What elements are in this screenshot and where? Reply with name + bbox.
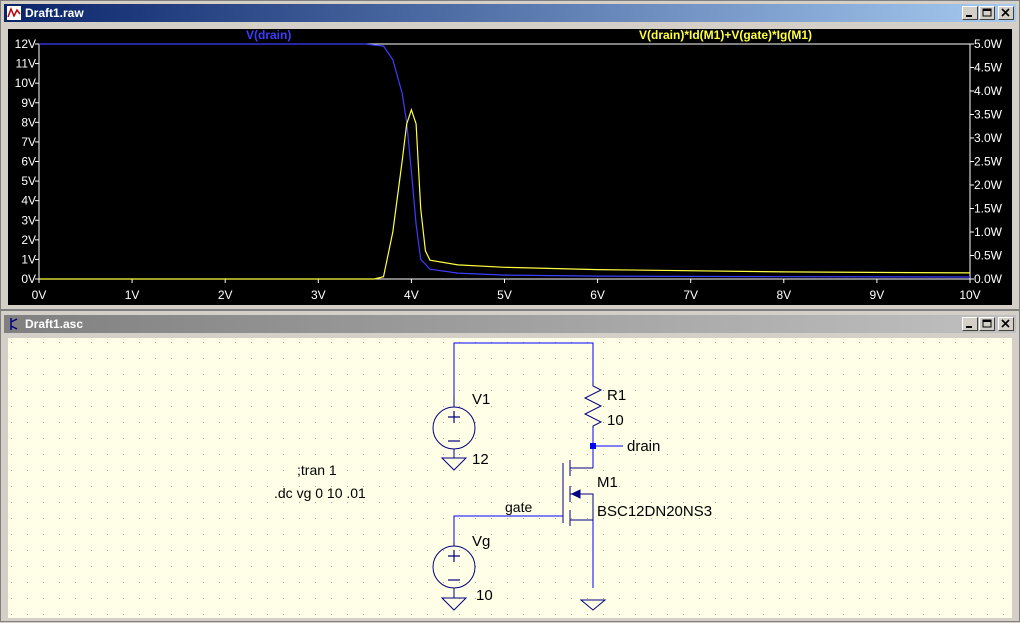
restore-icon: [982, 8, 992, 17]
x-tick-label: 8V: [776, 288, 791, 302]
close-icon: [1001, 319, 1010, 328]
x-tick-label: 9V: [870, 288, 885, 302]
directive-tran[interactable]: ;tran 1: [297, 462, 337, 478]
left-tick-label: 11V: [16, 57, 36, 71]
x-tick-label: 7V: [683, 288, 698, 302]
left-tick-label: 5V: [21, 174, 36, 188]
trace-power[interactable]: [39, 107, 971, 280]
x-tick-label: 4V: [404, 288, 419, 302]
trace-vdrain[interactable]: [39, 43, 971, 278]
right-tick-label: 0.5W: [974, 249, 1003, 263]
restore-icon: [982, 319, 992, 328]
left-tick-label: 6V: [21, 155, 36, 169]
left-tick-label: 10V: [15, 76, 36, 90]
schematic-minimize-button[interactable]: [962, 317, 978, 331]
drain-junction[interactable]: [590, 443, 596, 449]
waveform-app-icon: [7, 6, 21, 20]
schematic-titlebar[interactable]: Draft1.asc: [4, 315, 1016, 333]
x-tick-label: 6V: [590, 288, 605, 302]
left-tick-label: 8V: [21, 115, 36, 129]
schematic-app-icon: [10, 318, 18, 330]
schematic-window-title: Draft1.asc: [25, 317, 84, 331]
x-tick-label: 0V: [32, 288, 47, 302]
trace-label-vdrain[interactable]: V(drain): [246, 28, 291, 42]
r1-name-label[interactable]: R1: [607, 387, 626, 404]
drain-net-label[interactable]: drain: [627, 438, 660, 455]
schematic-drawing[interactable]: V1 12 R1 10 drain M1 BSC12DN20NS3 gate V…: [8, 338, 1012, 618]
right-tick-label: 5.0W: [974, 37, 1003, 51]
x-tick-label: 10V: [959, 288, 980, 302]
right-tick-label: 0.0W: [974, 272, 1003, 286]
right-tick-label: 3.0W: [974, 131, 1003, 145]
minimize-icon: [966, 326, 972, 328]
x-tick-label: 2V: [218, 288, 233, 302]
schematic-canvas[interactable]: V1 12 R1 10 drain M1 BSC12DN20NS3 gate V…: [8, 338, 1012, 618]
r1-value-label[interactable]: 10: [607, 412, 624, 429]
vg-name-label[interactable]: Vg: [472, 533, 490, 550]
close-icon: [1001, 8, 1010, 17]
waveform-titlebar[interactable]: Draft1.raw: [4, 4, 1016, 22]
right-tick-label: 2.0W: [974, 178, 1003, 192]
restore-button[interactable]: [979, 6, 995, 20]
gate-net-label[interactable]: gate: [505, 499, 532, 515]
plot-frame: [38, 43, 971, 280]
right-tick-label: 1.5W: [974, 202, 1003, 216]
left-tick-label: 7V: [21, 135, 36, 149]
x-tick-label: 1V: [125, 288, 140, 302]
trace-label-power[interactable]: V(drain)*Id(M1)+V(gate)*Ig(M1): [639, 28, 812, 42]
minimize-icon: [966, 15, 972, 17]
right-tick-label: 2.5W: [974, 155, 1003, 169]
left-tick-label: 1V: [21, 252, 36, 266]
left-tick-label: 9V: [21, 96, 36, 110]
waveform-plot[interactable]: 12V 11V 10V 9V 8V 7V 6V 5V 4V 3V 2V 1V 0V 5.0W 4.5W 4.…: [8, 28, 1012, 305]
schematic-grid: [8, 338, 1012, 618]
right-tick-label: 1.0W: [974, 225, 1003, 239]
x-tick-label: 5V: [497, 288, 512, 302]
right-tick-label: 3.5W: [974, 108, 1003, 122]
schematic-close-button[interactable]: [998, 317, 1014, 331]
v1-name-label[interactable]: V1: [472, 391, 490, 408]
x-tick-label: 3V: [311, 288, 326, 302]
left-tick-label: 2V: [21, 233, 36, 247]
m1-name-label[interactable]: M1: [597, 474, 618, 491]
m1-model-label[interactable]: BSC12DN20NS3: [597, 503, 712, 520]
waveform-window-title: Draft1.raw: [25, 6, 84, 20]
minimize-button[interactable]: [962, 6, 978, 20]
waveform-chart[interactable]: 12V 11V 10V 9V 8V 7V 6V 5V 4V 3V 2V 1V 0V 5.0W 4.5W 4.…: [8, 28, 1012, 305]
v1-value-label[interactable]: 12: [472, 451, 489, 468]
left-tick-label: 0V: [21, 272, 36, 286]
right-tick-label: 4.0W: [974, 84, 1003, 98]
vg-value-label[interactable]: 10: [476, 587, 493, 604]
left-tick-label: 12V: [15, 37, 36, 51]
left-tick-label: 4V: [21, 194, 36, 208]
left-tick-label: 3V: [21, 213, 36, 227]
schematic-restore-button[interactable]: [979, 317, 995, 331]
directive-dc[interactable]: .dc vg 0 10 .01: [274, 485, 366, 501]
close-button[interactable]: [998, 6, 1014, 20]
right-tick-label: 4.5W: [974, 61, 1003, 75]
